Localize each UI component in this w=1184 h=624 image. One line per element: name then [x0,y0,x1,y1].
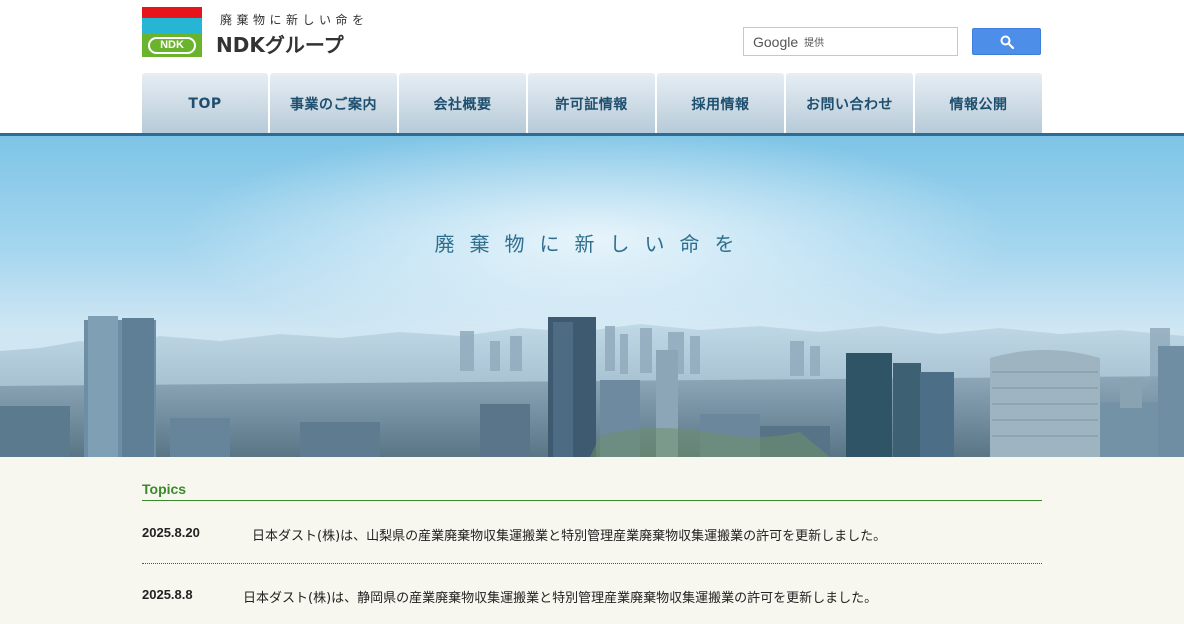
topic-text[interactable]: 日本ダスト(株)は、静岡県の産業廃棄物収集運搬業と特別管理産業廃棄物収集運搬業の… [243,587,877,606]
logo-badge: NDK [148,37,196,54]
topic-text[interactable]: 日本ダスト(株)は、山梨県の産業廃棄物収集運搬業と特別管理産業廃棄物収集運搬業の… [252,525,886,544]
search-icon [1000,35,1014,49]
nav-item-recruit[interactable]: 採用情報 [657,73,784,134]
topic-separator [142,563,1042,564]
nav-item-disclosure[interactable]: 情報公開 [915,73,1042,134]
topic-date: 2025.8.8 [142,587,193,602]
topics-title: Topics [142,481,187,497]
topic-date: 2025.8.20 [142,525,200,540]
main-nav: TOP 事業のご案内 会社概要 許可証情報 採用情報 お問い合わせ 情報公開 [142,73,1042,134]
ndk-logo[interactable]: NDK [142,7,202,57]
nav-item-top[interactable]: TOP [142,73,268,134]
logo-cyan-band [142,18,202,34]
nav-item-business[interactable]: 事業のご案内 [270,73,397,134]
nav-item-company[interactable]: 会社概要 [399,73,526,134]
hero-banner: 廃棄物に新しい命を [0,136,1184,457]
city-skyline-image [0,136,1184,457]
site-tagline: 廃棄物に新しい命を [220,13,369,27]
logo-red-band [142,7,202,18]
nav-item-permits[interactable]: 許可証情報 [528,73,655,134]
search-button[interactable] [972,28,1041,55]
hero-headline: 廃棄物に新しい命を [434,232,750,256]
site-header: NDK 廃棄物に新しい命を NDKグループ Google 提供 TOP 事業のご… [0,0,1184,136]
search-input[interactable]: Google 提供 [743,27,958,56]
topics-section: Topics 2025.8.20 日本ダスト(株)は、山梨県の産業廃棄物収集運搬… [0,457,1184,624]
nav-item-contact[interactable]: お問い合わせ [786,73,913,134]
topic-item[interactable]: 2025.8.8 日本ダスト(株)は、静岡県の産業廃棄物収集運搬業と特別管理産業… [142,587,1042,617]
google-wordmark: Google [753,33,799,50]
topic-item[interactable]: 2025.8.20 日本ダスト(株)は、山梨県の産業廃棄物収集運搬業と特別管理産… [142,525,1042,555]
site-brand[interactable]: NDKグループ [216,29,344,58]
search-provided-label: 提供 [804,38,825,49]
page: NDK 廃棄物に新しい命を NDKグループ Google 提供 TOP 事業のご… [0,0,1184,624]
topics-divider [142,500,1042,501]
